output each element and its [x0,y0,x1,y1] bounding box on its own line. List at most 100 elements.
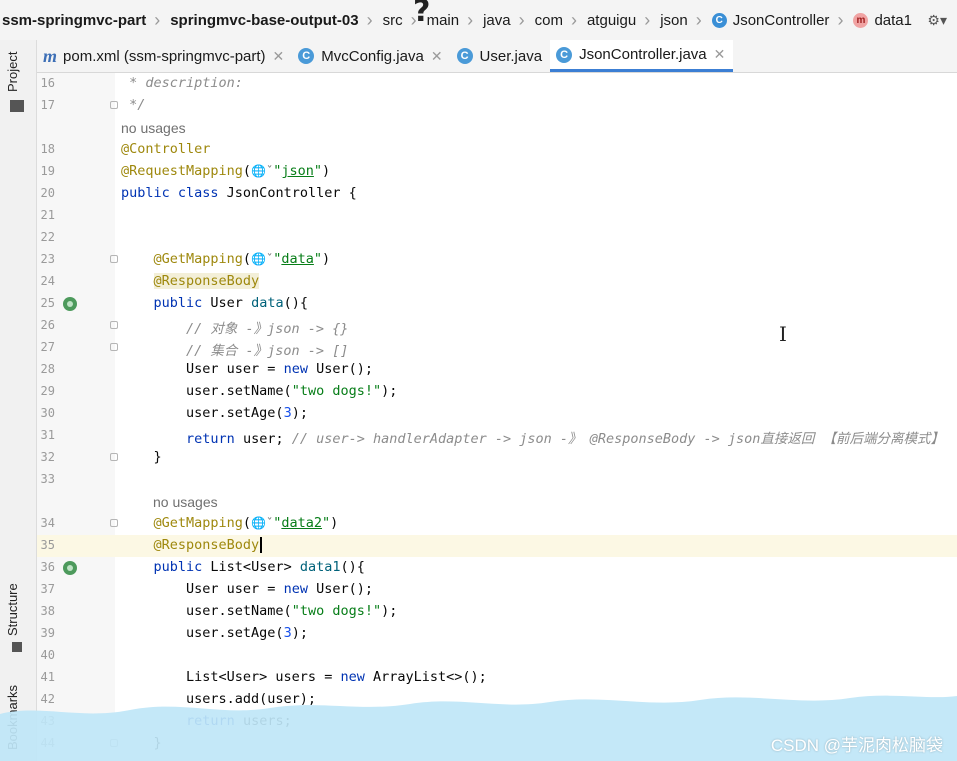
breadcrumb-item-module[interactable]: ssm-springmvc-part [0,0,148,40]
line-number: 35 [40,538,55,552]
breadcrumb-item-submodule[interactable]: springmvc-base-output-03 [168,0,360,40]
breadcrumb-item-json[interactable]: json [658,0,690,40]
code-text: @GetMapping(🌐ˇ"data2") [153,515,339,531]
code-line: 25 public User data(){ [37,293,957,315]
line-number: 40 [40,648,55,662]
code-text: */ [121,97,146,113]
close-icon[interactable]: ✕ [273,48,285,65]
breadcrumb: ssm-springmvc-part › springmvc-base-outp… [0,0,957,40]
line-number: 28 [40,362,55,376]
breadcrumb-item-class[interactable]: C JsonController [710,0,832,40]
code-line: 36 public List<User> data1(){ [37,557,957,579]
user-menu-icon[interactable]: ⚙▾ [927,0,947,40]
breadcrumb-item-atguigu[interactable]: atguigu [585,0,638,40]
tab-mvcconfig[interactable]: C MvcConfig.java ✕ [292,40,450,72]
fold-icon[interactable] [110,101,118,109]
line-number: 37 [40,582,55,596]
code-text: // 对象 -》json -> {} [121,321,349,337]
code-line: 31 return user; // user-> handlerAdapter… [37,425,957,447]
chevron-right-icon: › [518,9,525,30]
code-text: public User data(){ [153,295,308,311]
line-number: 17 [40,98,55,112]
class-icon: C [298,48,315,64]
fold-icon[interactable] [110,255,118,263]
code-text: user.setAge(3); [121,405,308,421]
code-editor[interactable]: 16 * description: 17 */ no usages 18 @Con… [37,73,957,761]
line-number: 16 [40,76,55,90]
breadcrumb-item-java[interactable]: java [481,0,513,40]
structure-icon [12,642,22,652]
fold-icon[interactable] [110,343,118,351]
tab-label: JsonController.java [579,46,707,63]
project-panel-tab[interactable]: Project [5,52,20,92]
mouse-ibeam-cursor: I [779,322,787,346]
class-icon: C [711,12,727,28]
code-line: 41 List<User> users = new ArrayList<>(); [37,667,957,689]
code-line: 27 // 集合 -》json -> [] [37,337,957,359]
breadcrumb-item-com[interactable]: com [533,0,565,40]
line-number: 20 [40,186,55,200]
close-icon[interactable]: ✕ [431,48,443,65]
watermark: CSDN @芋泥肉松脑袋 [770,736,943,755]
line-number: 22 [40,230,55,244]
chevron-right-icon: › [837,9,844,30]
chevron-right-icon: › [366,9,373,30]
line-number: 30 [40,406,55,420]
structure-panel-tab[interactable]: Structure [5,583,20,636]
code-line: 19 @RequestMapping(🌐ˇ"json") [37,161,957,183]
tab-user[interactable]: C User.java [451,40,551,72]
line-number: 32 [40,450,55,464]
chevron-right-icon: › [644,9,651,30]
close-icon[interactable]: ✕ [714,46,726,63]
line-number: 21 [40,208,55,222]
class-icon: C [456,48,473,64]
class-icon: C [556,46,573,63]
code-line: 29 user.setName("two dogs!"); [37,381,957,403]
fold-icon[interactable] [110,453,118,461]
line-number: 24 [40,274,55,288]
editor-tabs: m pom.xml (ssm-springmvc-part) ✕ C MvcCo… [37,40,957,73]
text-cursor [260,537,263,553]
folder-icon [10,100,24,112]
code-line: 23 @GetMapping(🌐ˇ"data") [37,249,957,271]
usage-hint[interactable]: no usages [153,494,218,510]
line-number: 26 [40,318,55,332]
line-number: 29 [40,384,55,398]
endpoint-gutter-icon[interactable] [63,297,77,311]
fold-icon[interactable] [110,519,118,527]
tab-label: User.java [479,47,543,65]
code-text: // 集合 -》json -> [] [121,343,349,359]
breadcrumb-method-label: data1 [874,11,912,29]
question-mark-annotation: ? [413,0,431,29]
usage-hint[interactable]: no usages [121,120,186,136]
code-line: 38 user.setName("two dogs!"); [37,601,957,623]
code-text: user.setName("two dogs!"); [121,383,398,399]
code-line: 28 User user = new User(); [37,359,957,381]
maven-icon: m [43,45,58,66]
code-line: 20 public class JsonController { [37,183,957,205]
code-line: 21 [37,205,957,227]
code-line: 17 */ [37,95,957,117]
code-line: 32 } [37,447,957,469]
usage-hint-line: no usages [37,117,957,139]
line-number: 27 [40,340,55,354]
code-text: @ResponseBody [153,273,260,289]
code-line: 30 user.setAge(3); [37,403,957,425]
line-number: 31 [40,428,55,442]
usage-hint-line: no usages [37,491,957,513]
endpoint-gutter-icon[interactable] [63,561,77,575]
code-line: 22 [37,227,957,249]
code-text: public List<User> data1(){ [153,559,365,575]
breadcrumb-item-method[interactable]: m data1 [851,0,914,40]
breadcrumb-item-src[interactable]: src [381,0,405,40]
line-number: 41 [40,670,55,684]
tab-pom-xml[interactable]: m pom.xml (ssm-springmvc-part) ✕ [37,40,292,72]
tab-jsoncontroller[interactable]: C JsonController.java ✕ [550,40,734,72]
chevron-right-icon: › [154,9,161,30]
fold-icon[interactable] [110,321,118,329]
method-icon: m [853,12,869,28]
code-line: 16 * description: [37,73,957,95]
code-text: @ResponseBody [121,537,263,553]
code-line: 34 @GetMapping(🌐ˇ"data2") [37,513,957,535]
code-text: @RequestMapping(🌐ˇ"json") [121,163,331,179]
